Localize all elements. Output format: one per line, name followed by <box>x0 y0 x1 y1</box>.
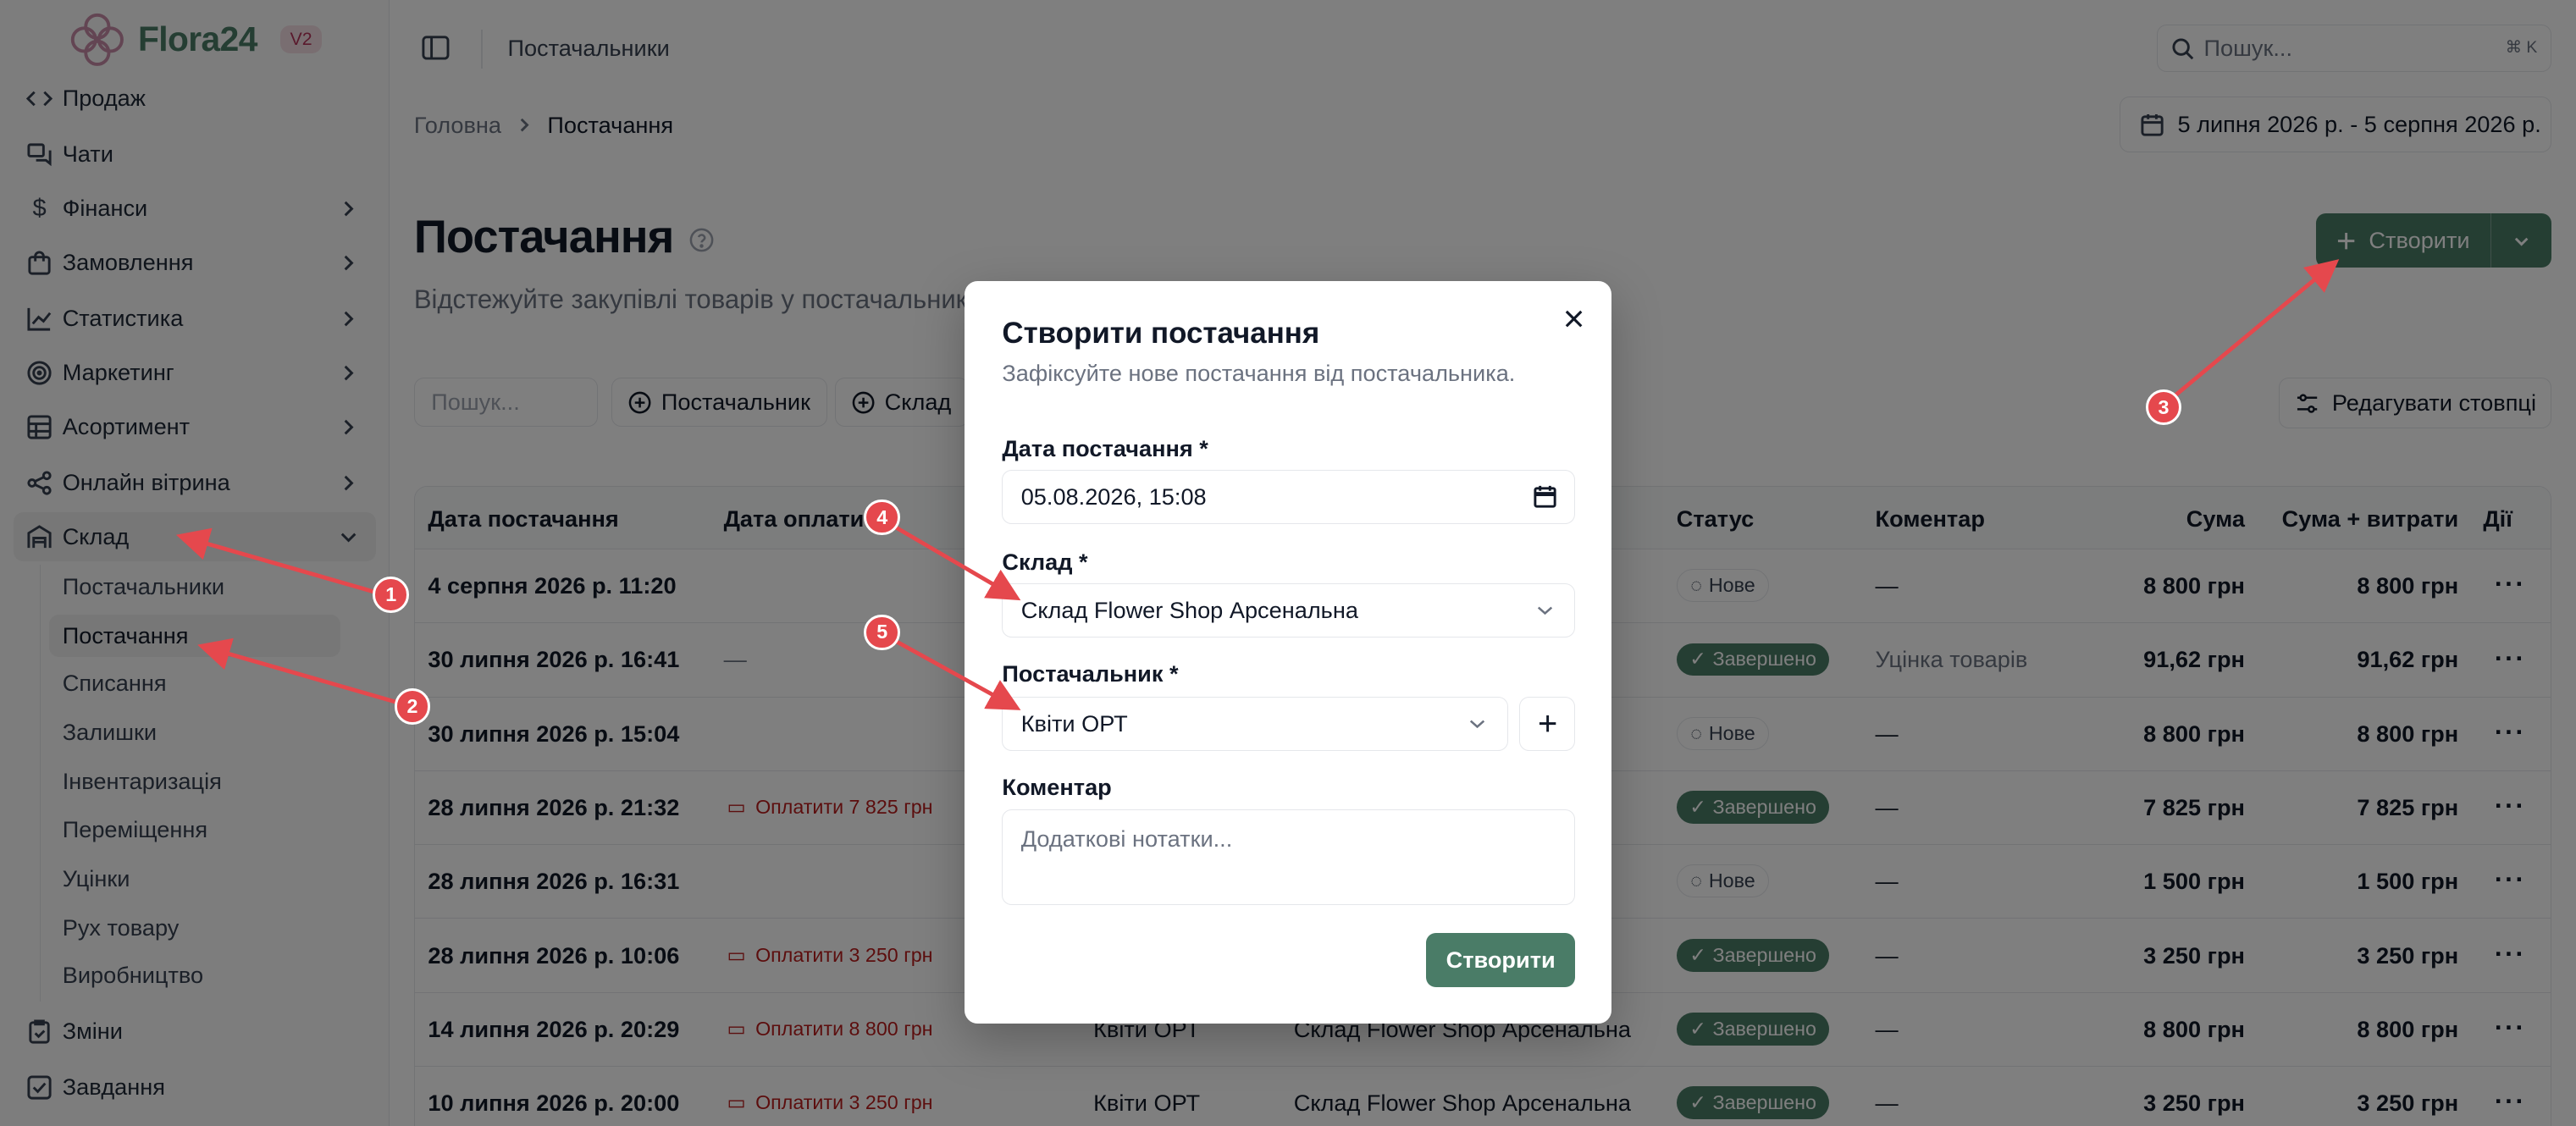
delivery-date-label: Дата постачання * <box>1002 435 1208 462</box>
supplier-select[interactable]: Квіти ОРТ <box>1002 696 1508 751</box>
dialog-title: Створити постачання <box>1002 317 1320 350</box>
chevron-down-icon <box>1537 606 1553 615</box>
comment-textarea[interactable]: Додаткові нотатки... <box>1002 809 1576 905</box>
annotation-marker-2: 2 <box>394 687 431 725</box>
add-supplier-button[interactable] <box>1519 696 1576 751</box>
plus-icon <box>1539 715 1556 732</box>
submit-create-button[interactable]: Створити <box>1425 932 1576 987</box>
chevron-down-icon <box>1470 720 1485 729</box>
close-icon[interactable] <box>1562 307 1585 330</box>
warehouse-value: Склад Flower Shop Арсенальна <box>1020 596 1358 623</box>
warehouse-label: Склад * <box>1002 548 1088 575</box>
supplier-label: Постачальник * <box>1002 660 1179 687</box>
warehouse-select[interactable]: Склад Flower Shop Арсенальна <box>1002 582 1576 638</box>
supplier-value: Квіти ОРТ <box>1020 709 1128 737</box>
calendar-icon[interactable] <box>1532 483 1558 510</box>
dialog-subtitle: Зафіксуйте нове постачання від постачаль… <box>1002 359 1516 386</box>
delivery-date-value: 05.08.2026, 15:08 <box>1020 483 1207 510</box>
comment-placeholder: Додаткові нотатки... <box>1020 825 1233 852</box>
annotation-marker-5: 5 <box>864 614 901 651</box>
annotation-marker-1: 1 <box>373 576 410 613</box>
comment-label: Коментар <box>1002 773 1112 800</box>
delivery-date-input[interactable]: 05.08.2026, 15:08 <box>1002 469 1576 524</box>
screen: Flora24 V2 Продаж Чати $ Фінанси Замовле… <box>0 0 2576 1126</box>
create-delivery-dialog: Створити постачання Зафіксуйте нове пост… <box>964 280 1612 1024</box>
